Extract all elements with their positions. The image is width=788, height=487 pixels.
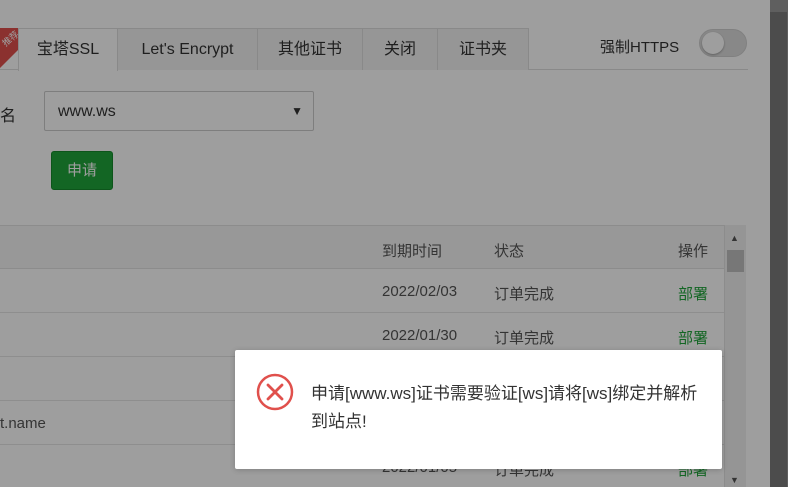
- page: 推荐 宝塔SSL Let's Encrypt 其他证书 关闭 证书夹 强制HTT…: [0, 0, 788, 487]
- error-message-dialog: 申请[www.ws]证书需要验证[ws]请将[ws]绑定并解析到站点!: [235, 350, 722, 469]
- error-circle-x-icon: [256, 373, 294, 411]
- error-message-text: 申请[www.ws]证书需要验证[ws]请将[ws]绑定并解析到站点!: [311, 384, 698, 431]
